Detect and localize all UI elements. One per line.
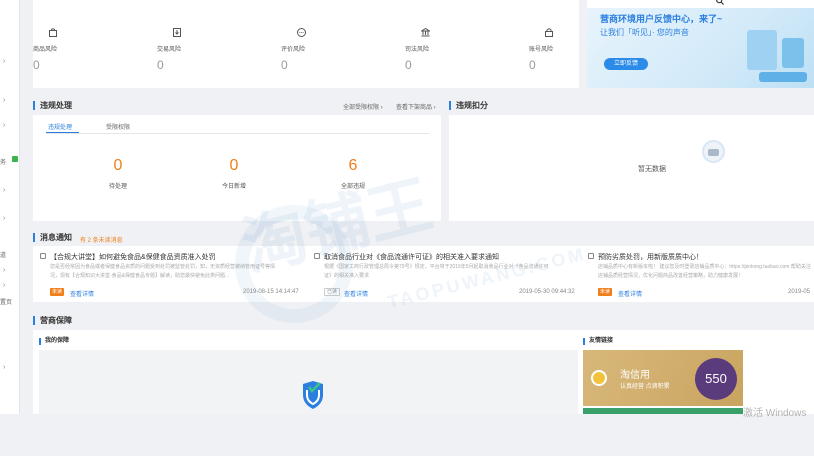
notice-body: 店铺品质中心有新版本啦！ 建议您及时登录店铺品质中心：https://pinko… [598,264,811,279]
banner-illustration [747,30,777,70]
coin-icon [591,370,607,386]
risk-item-judicial[interactable]: 司法风险 0 [405,27,475,72]
guarantee-card: 我的保障 友情链接 淘信用 认真经营 点滴积累 550 [33,330,814,414]
banner-illustration [782,38,804,68]
tab-restricted[interactable]: 受限权限 [106,122,130,131]
view-detail-link[interactable]: 查看详情 [344,289,368,298]
lock-icon [544,28,554,38]
sidebar-expand-icon[interactable]: › [3,215,5,222]
risk-label: 司法风险 [405,47,430,53]
metric-pending[interactable]: 0 待处理 [88,157,148,190]
notice-date: 2019-05-30 09:44:32 [519,289,575,295]
chat-bubble-icon [296,28,306,38]
view-detail-link[interactable]: 查看详情 [70,289,94,298]
risk-value: 0 [281,58,288,72]
windows-activation-notice: 激活 Windows [743,408,807,419]
credit-score: 550 [695,358,737,400]
feedback-banner[interactable]: 营商环境用户反馈中心，来了~ 让我们「听见」· 您的声音 立即反馈 [587,0,814,88]
metric-value: 0 [229,157,239,174]
friend-links-label: 友情链接 [583,338,613,345]
sidebar-expand-icon[interactable]: › [3,364,5,371]
deduction-section-title: 违规扣分 [449,101,488,110]
notice-icon [588,253,594,259]
risk-label: 商品风险 [33,47,58,53]
sidebar-item-fragment[interactable]: 道 [0,250,6,259]
sidebar-expand-icon[interactable]: › [3,282,5,289]
sidebar-item-fragment[interactable]: 置页 [0,297,12,306]
notice-icon [40,253,46,259]
banner-illustration [759,72,807,82]
metric-value: 0 [113,157,123,174]
notice-item[interactable]: 预防劣质处罚，用新版质质中心！ 店铺品质中心有新版本啦！ 建议您及时登录店铺品质… [588,252,814,302]
risk-value: 0 [33,58,40,72]
guarantee-panel [39,350,578,414]
top-bar [587,0,814,8]
guarantee-section-title: 营商保障 [33,316,72,325]
view-detail-link[interactable]: 查看详情 [618,289,642,298]
risk-value: 0 [157,58,164,72]
tab-divider [46,133,429,134]
risk-value: 0 [405,58,412,72]
tab-violation[interactable]: 违规处理 [48,122,72,131]
partner-subtitle: 认真经营 点滴积累 [620,384,670,390]
download-doc-icon [172,28,182,38]
risk-overview-card: 商品风险 0 交易风险 0 评价风险 0 司法风险 0 账号风险 0 [33,0,579,88]
risk-item-trade[interactable]: 交易风险 0 [157,28,227,72]
deduction-card: 暂无数据 [449,115,814,221]
risk-item-product[interactable]: 商品风险 0 [33,28,103,72]
metric-today[interactable]: 0 今日新增 [204,157,264,190]
metric-label: 待处理 [108,184,127,190]
notice-title[interactable]: 预防劣质处罚，用新版质质中心！ [598,252,703,262]
feedback-button[interactable]: 立即反馈 [604,58,648,70]
banner-subtitle: 让我们「听见」· 您的声音 [600,28,689,37]
robot-icon [702,140,725,163]
sidebar-item-fragment[interactable]: 务 [0,157,6,166]
search-icon[interactable] [716,0,724,7]
notice-title[interactable]: 【合规大讲堂】如何避免食品&保健食品资质准入处罚 [50,252,216,262]
risk-label: 评价风险 [281,47,306,53]
notices-section-title: 消息通知 [33,233,72,242]
sidebar-expand-icon[interactable]: › [3,187,5,194]
unread-count[interactable]: 有 2 条未读消息 [80,235,123,244]
removed-products-link[interactable]: 查看下架商品 › [396,102,436,111]
violation-section-title: 违规处理 [33,101,72,110]
all-restricted-link[interactable]: 全部受限权限 › [343,102,383,111]
partner-name: 淘信用 [620,370,650,381]
sidebar: › › › 务 › › 道 › › 置页 › [0,0,20,414]
notice-date: 2019-05 [788,289,811,295]
court-icon [419,27,431,38]
risk-label: 交易风险 [157,47,182,53]
my-guarantee-label: 我的保障 [39,338,69,345]
risk-item-review[interactable]: 评价风险 0 [281,28,351,72]
new-badge-icon [12,156,18,162]
sidebar-expand-icon[interactable]: › [3,97,5,104]
unread-badge: 未读 [50,288,65,296]
unread-badge: 未读 [598,288,613,296]
empty-state-text: 暂无数据 [638,166,666,173]
metric-label: 今日新增 [221,184,246,190]
active-tab-indicator [46,132,79,133]
sidebar-expand-icon[interactable]: › [3,267,5,274]
partner-link-taoxinyong[interactable]: 淘信用 认真经营 点滴积累 550 [583,350,743,406]
sidebar-expand-icon[interactable]: › [3,58,5,65]
shield-check-icon [302,381,324,411]
bag-icon [48,28,58,38]
sidebar-expand-icon[interactable]: › [3,122,5,129]
page-footer-area [0,414,814,456]
banner-title: 营商环境用户反馈中心，来了~ [600,14,723,24]
